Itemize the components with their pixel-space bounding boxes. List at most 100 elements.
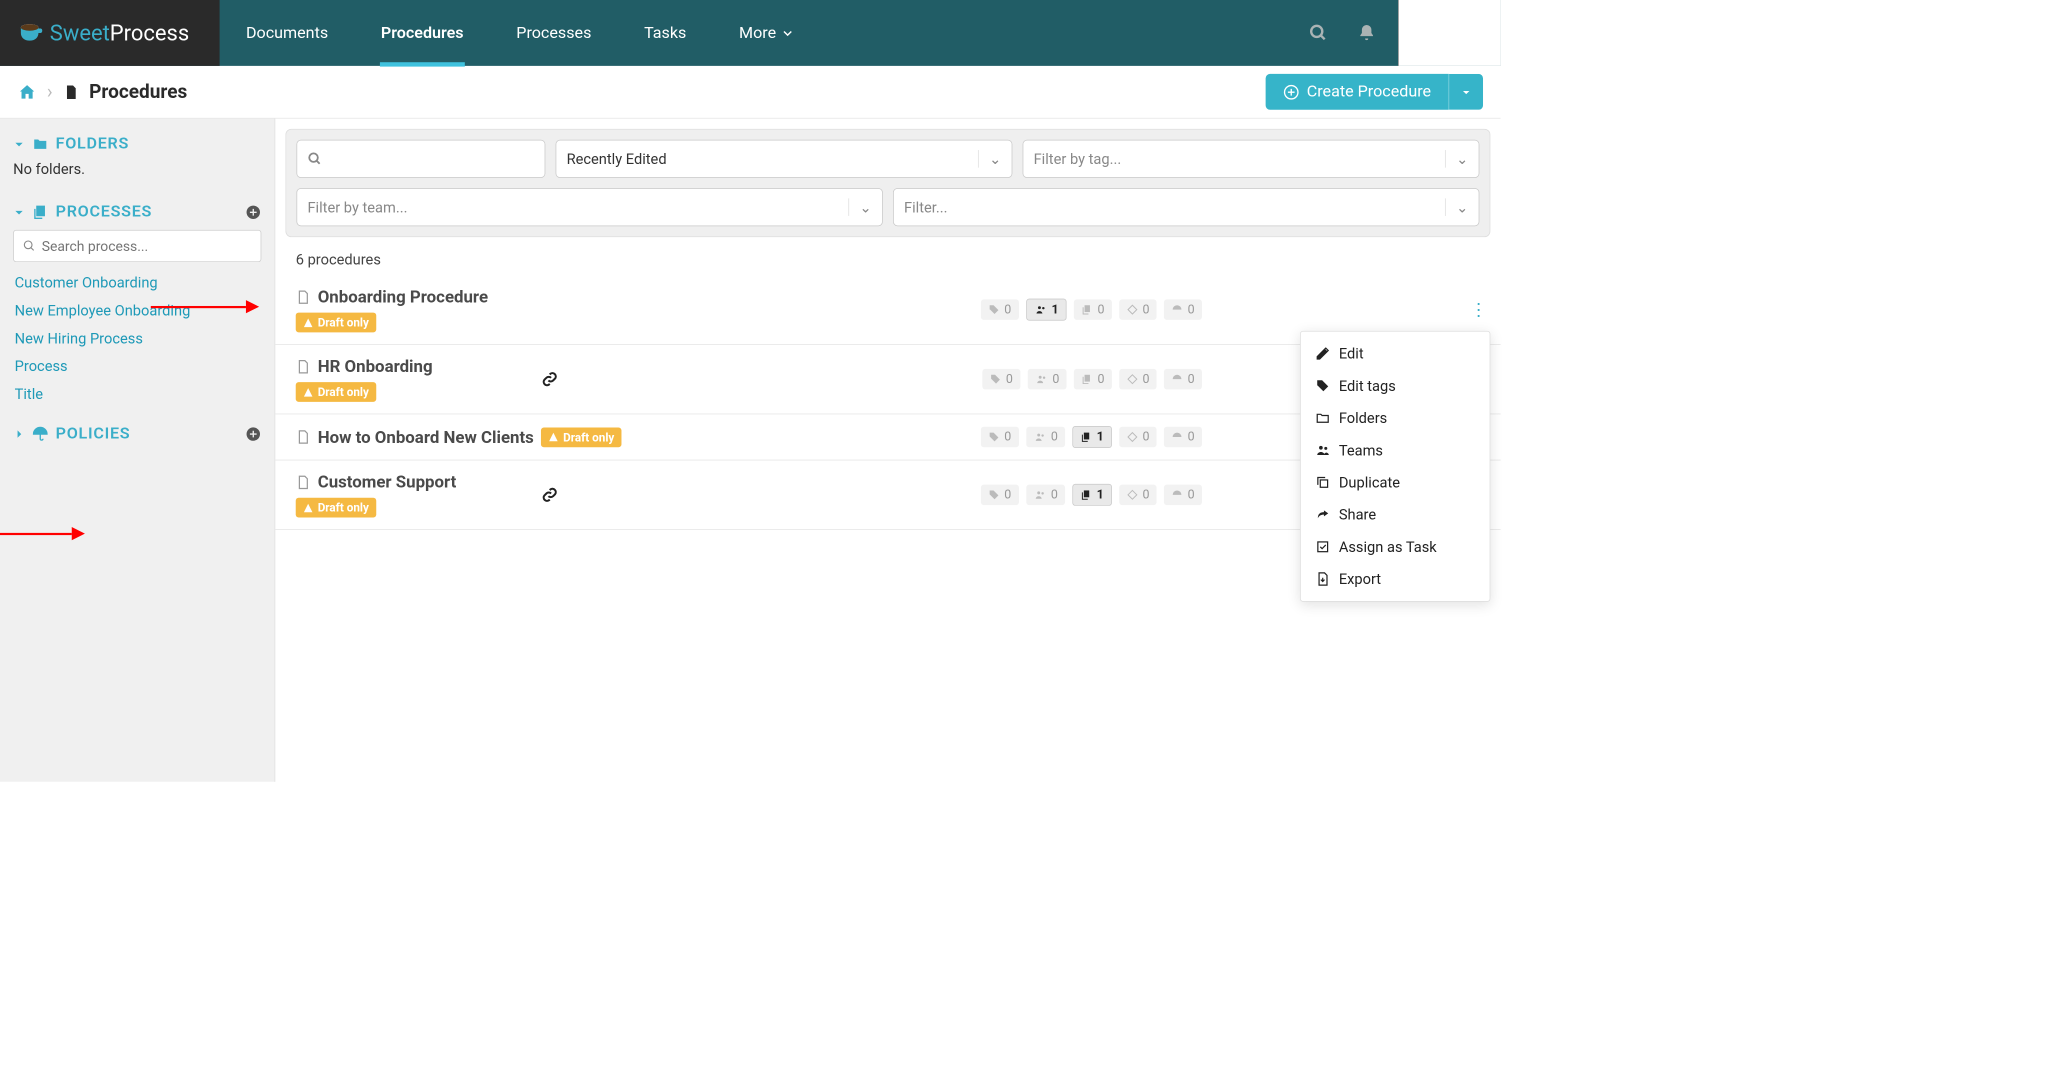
create-procedure-button[interactable]: Create Procedure xyxy=(1266,74,1449,110)
nav-avatar-area[interactable] xyxy=(1398,0,1500,66)
plus-circle-icon xyxy=(1283,84,1299,100)
document-icon xyxy=(296,288,311,306)
menu-assign-task[interactable]: Assign as Task xyxy=(1301,531,1490,563)
stat-copies: 1 xyxy=(1072,426,1111,448)
sidebar-process-link[interactable]: Process xyxy=(15,357,260,375)
menu-share[interactable]: Share xyxy=(1301,498,1490,530)
copies-icon xyxy=(1081,304,1093,316)
sidebar-folders-title: FOLDERS xyxy=(56,135,129,153)
copies-icon xyxy=(32,204,48,220)
folder-icon xyxy=(32,136,48,152)
diamond-icon xyxy=(1126,373,1138,385)
nav-tasks[interactable]: Tasks xyxy=(618,0,713,66)
nav-more[interactable]: More xyxy=(713,0,820,66)
filter-team[interactable]: Filter by team... ⌄ xyxy=(296,188,882,226)
menu-folders-label: Folders xyxy=(1339,409,1387,427)
sidebar-process-link[interactable]: Title xyxy=(15,385,260,403)
stat-people: 0 xyxy=(1028,369,1067,389)
nav-documents[interactable]: Documents xyxy=(220,0,355,66)
chevron-down-icon: ⌄ xyxy=(978,150,1001,168)
people-icon xyxy=(1033,489,1046,501)
nav-more-label: More xyxy=(739,24,776,42)
chevron-down-icon: ⌄ xyxy=(1445,150,1468,168)
brand-logo[interactable]: SweetProcess xyxy=(0,0,220,66)
sidebar-folders-empty: No folders. xyxy=(13,160,261,178)
filter-generic[interactable]: Filter... ⌄ xyxy=(893,188,1479,226)
sidebar-process-search-input[interactable] xyxy=(42,238,252,255)
brand-text-a: Sweet xyxy=(50,20,110,46)
stat-copies: 1 xyxy=(1072,484,1111,506)
stat-diamond: 0 xyxy=(1119,427,1157,447)
plus-circle-icon[interactable] xyxy=(245,204,261,220)
menu-assign-task-label: Assign as Task xyxy=(1339,538,1437,556)
filter-sort[interactable]: Recently Edited ⌄ xyxy=(556,140,1013,178)
menu-teams[interactable]: Teams xyxy=(1301,434,1490,466)
document-icon xyxy=(296,358,311,376)
document-icon xyxy=(63,82,79,101)
stat-umbrella: 0 xyxy=(1164,299,1202,319)
breadcrumb-sep: › xyxy=(47,81,53,103)
people-icon xyxy=(1034,304,1047,316)
sidebar-folders-header[interactable]: FOLDERS xyxy=(13,135,261,153)
cup-icon xyxy=(18,20,44,46)
sidebar-process-search[interactable] xyxy=(13,230,261,262)
link-icon xyxy=(542,371,558,387)
create-dropdown-button[interactable] xyxy=(1449,74,1483,110)
search-icon xyxy=(307,152,322,167)
menu-edit-label: Edit xyxy=(1339,345,1364,363)
document-icon xyxy=(296,473,311,491)
row-actions-button[interactable]: ⋮ xyxy=(1470,299,1488,319)
menu-edit[interactable]: Edit xyxy=(1301,337,1490,369)
stat-umbrella: 0 xyxy=(1164,427,1202,447)
brand-text-b: Process xyxy=(110,20,189,46)
umbrella-icon xyxy=(1172,373,1184,385)
procedure-title: Customer Support xyxy=(318,472,457,492)
stat-tags: 0 xyxy=(981,485,1019,505)
procedure-title: Onboarding Procedure xyxy=(318,287,488,307)
stat-tags: 0 xyxy=(981,427,1019,447)
chevron-down-icon: ⌄ xyxy=(1445,198,1468,216)
sidebar-policies-title: POLICIES xyxy=(56,425,131,443)
sidebar-policies-header[interactable]: POLICIES xyxy=(13,425,261,443)
diamond-icon xyxy=(1126,431,1138,443)
sidebar-process-link[interactable]: New Hiring Process xyxy=(15,329,260,347)
stat-people: 1 xyxy=(1026,299,1067,321)
tag-icon xyxy=(988,489,1000,501)
menu-folders[interactable]: Folders xyxy=(1301,402,1490,434)
warning-icon xyxy=(303,317,313,327)
sidebar-process-link[interactable]: Customer Onboarding xyxy=(15,274,260,292)
umbrella-icon xyxy=(1172,304,1184,316)
procedure-title: HR Onboarding xyxy=(318,356,433,376)
folder-icon xyxy=(1315,411,1330,426)
chevron-right-icon xyxy=(13,428,25,440)
stat-people: 0 xyxy=(1026,427,1065,447)
menu-duplicate[interactable]: Duplicate xyxy=(1301,466,1490,498)
procedure-title: How to Onboard New Clients xyxy=(318,427,534,447)
checkbox-icon xyxy=(1315,539,1330,554)
tag-icon xyxy=(1315,378,1330,393)
plus-circle-icon[interactable] xyxy=(245,426,261,442)
sidebar-process-link[interactable]: New Employee Onboarding xyxy=(15,302,260,320)
warning-icon xyxy=(548,432,558,442)
teams-icon xyxy=(1315,443,1330,458)
menu-export[interactable]: Export xyxy=(1301,563,1490,595)
filter-search[interactable] xyxy=(296,140,545,178)
filter-tag[interactable]: Filter by tag... ⌄ xyxy=(1023,140,1480,178)
home-icon[interactable] xyxy=(18,82,37,101)
bell-icon[interactable] xyxy=(1357,23,1376,42)
create-procedure-label: Create Procedure xyxy=(1307,83,1431,101)
draft-badge: Draft only xyxy=(296,313,376,333)
menu-edit-tags[interactable]: Edit tags xyxy=(1301,370,1490,402)
copies-icon xyxy=(1081,489,1093,501)
export-icon xyxy=(1315,572,1330,587)
umbrella-icon xyxy=(32,426,48,442)
nav-procedures[interactable]: Procedures xyxy=(355,0,490,66)
sidebar-processes-header[interactable]: PROCESSES xyxy=(13,203,261,221)
search-icon[interactable] xyxy=(1309,23,1328,42)
stat-umbrella: 0 xyxy=(1164,369,1202,389)
tag-icon xyxy=(988,431,1000,443)
stat-diamond: 0 xyxy=(1119,299,1157,319)
filter-sort-value: Recently Edited xyxy=(567,150,667,168)
nav-processes[interactable]: Processes xyxy=(490,0,618,66)
filter-team-placeholder: Filter by team... xyxy=(307,198,407,216)
